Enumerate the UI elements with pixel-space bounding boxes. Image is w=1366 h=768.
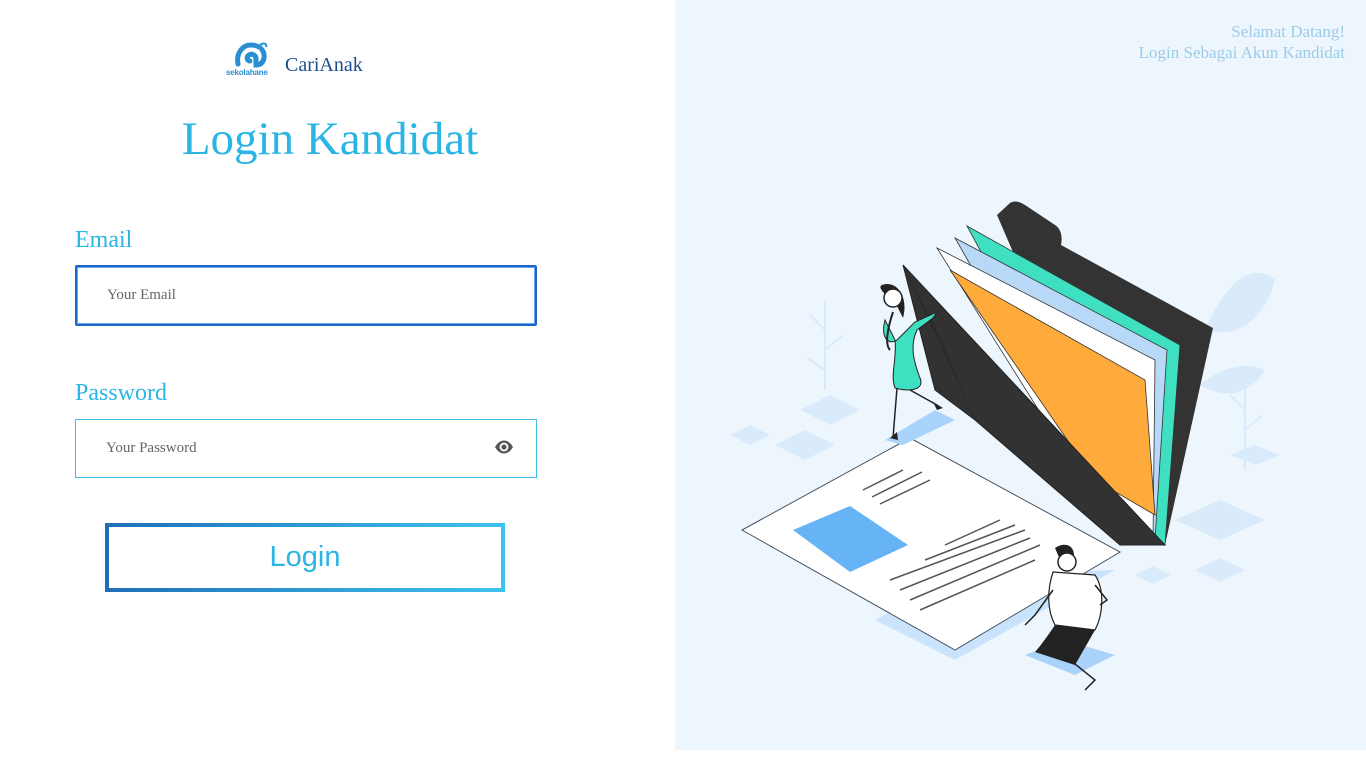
logo-wordmark: sekolahane [226, 68, 268, 77]
password-label: Password [75, 380, 168, 406]
brand-logo: sekolahane [226, 42, 274, 78]
eye-icon[interactable] [494, 439, 514, 455]
illustration-panel: Selamat Datang! Login Sebagai Akun Kandi… [675, 0, 1366, 750]
email-field[interactable] [75, 265, 537, 326]
folder-documents-illustration [730, 201, 1280, 691]
email-label: Email [75, 227, 133, 253]
login-panel: sekolahane CariAnak Login Kandidat Email… [0, 0, 675, 768]
login-button[interactable]: Login [105, 523, 505, 592]
page-title: Login Kandidat [181, 113, 479, 165]
password-field[interactable] [75, 419, 537, 478]
brand-name: CariAnak [285, 54, 363, 76]
elephant-logo-icon [235, 42, 268, 68]
brand-header: sekolahane CariAnak [226, 38, 363, 78]
email-input[interactable] [107, 267, 467, 324]
password-input[interactable] [106, 420, 466, 477]
